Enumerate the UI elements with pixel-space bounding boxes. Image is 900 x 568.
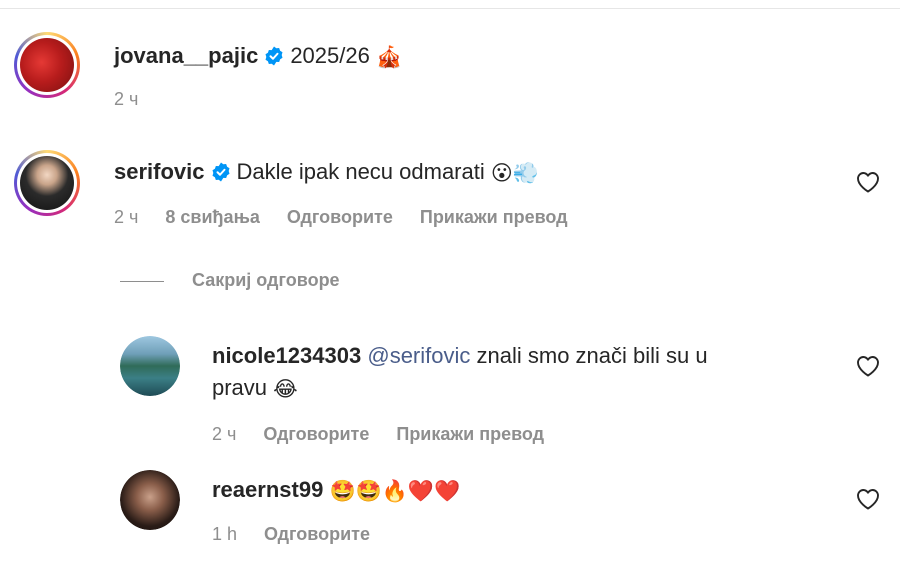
heart-outline-icon[interactable] [856, 355, 880, 377]
comment-text: 2025/26 [290, 43, 370, 68]
comment-text: Dakle ipak necu odmarati [236, 159, 485, 184]
avatar[interactable] [14, 150, 80, 216]
username[interactable]: jovana__pajic [114, 43, 258, 68]
comment-emoji: 😮💨 [490, 162, 539, 185]
heart-outline-icon[interactable] [856, 171, 880, 193]
comment-emoji: 🎪 [375, 46, 403, 69]
timestamp: 2 ч [212, 424, 237, 444]
username[interactable]: nicole1234303 [212, 343, 361, 368]
timestamp: 1 h [212, 524, 238, 544]
reply-button[interactable]: Одговорите [287, 207, 393, 227]
mention-link[interactable]: @serifovic [367, 343, 470, 368]
comment-text: znali smo znači bili su u [476, 343, 708, 368]
likes-count[interactable]: 8 свиђања [165, 207, 259, 227]
avatar[interactable] [120, 336, 180, 396]
translate-button[interactable]: Прикажи превод [396, 424, 544, 444]
avatar[interactable] [14, 32, 80, 98]
comment-emoji: 😂 [273, 378, 298, 401]
reply-button[interactable]: Одговорите [263, 424, 369, 444]
hide-replies-label[interactable]: Сакриј одговоре [192, 270, 340, 290]
top-divider [0, 8, 900, 9]
hide-replies-toggle[interactable]: Сакриј одговоре [120, 270, 340, 291]
heart-outline-icon[interactable] [856, 488, 880, 510]
comment-emoji: 🤩🤩🔥❤️❤️ [329, 480, 461, 503]
verified-badge-icon [265, 46, 283, 66]
verified-badge-icon [212, 162, 229, 182]
avatar[interactable] [120, 470, 180, 530]
username[interactable]: serifovic [114, 159, 205, 184]
comment-text-continued: pravu [212, 375, 268, 400]
timestamp: 2 ч [114, 89, 139, 109]
timestamp: 2 ч [114, 207, 139, 227]
reply-button[interactable]: Одговорите [264, 524, 370, 544]
translate-button[interactable]: Прикажи превод [420, 207, 568, 227]
username[interactable]: reaernst99 [212, 477, 323, 502]
replies-divider [120, 280, 164, 282]
